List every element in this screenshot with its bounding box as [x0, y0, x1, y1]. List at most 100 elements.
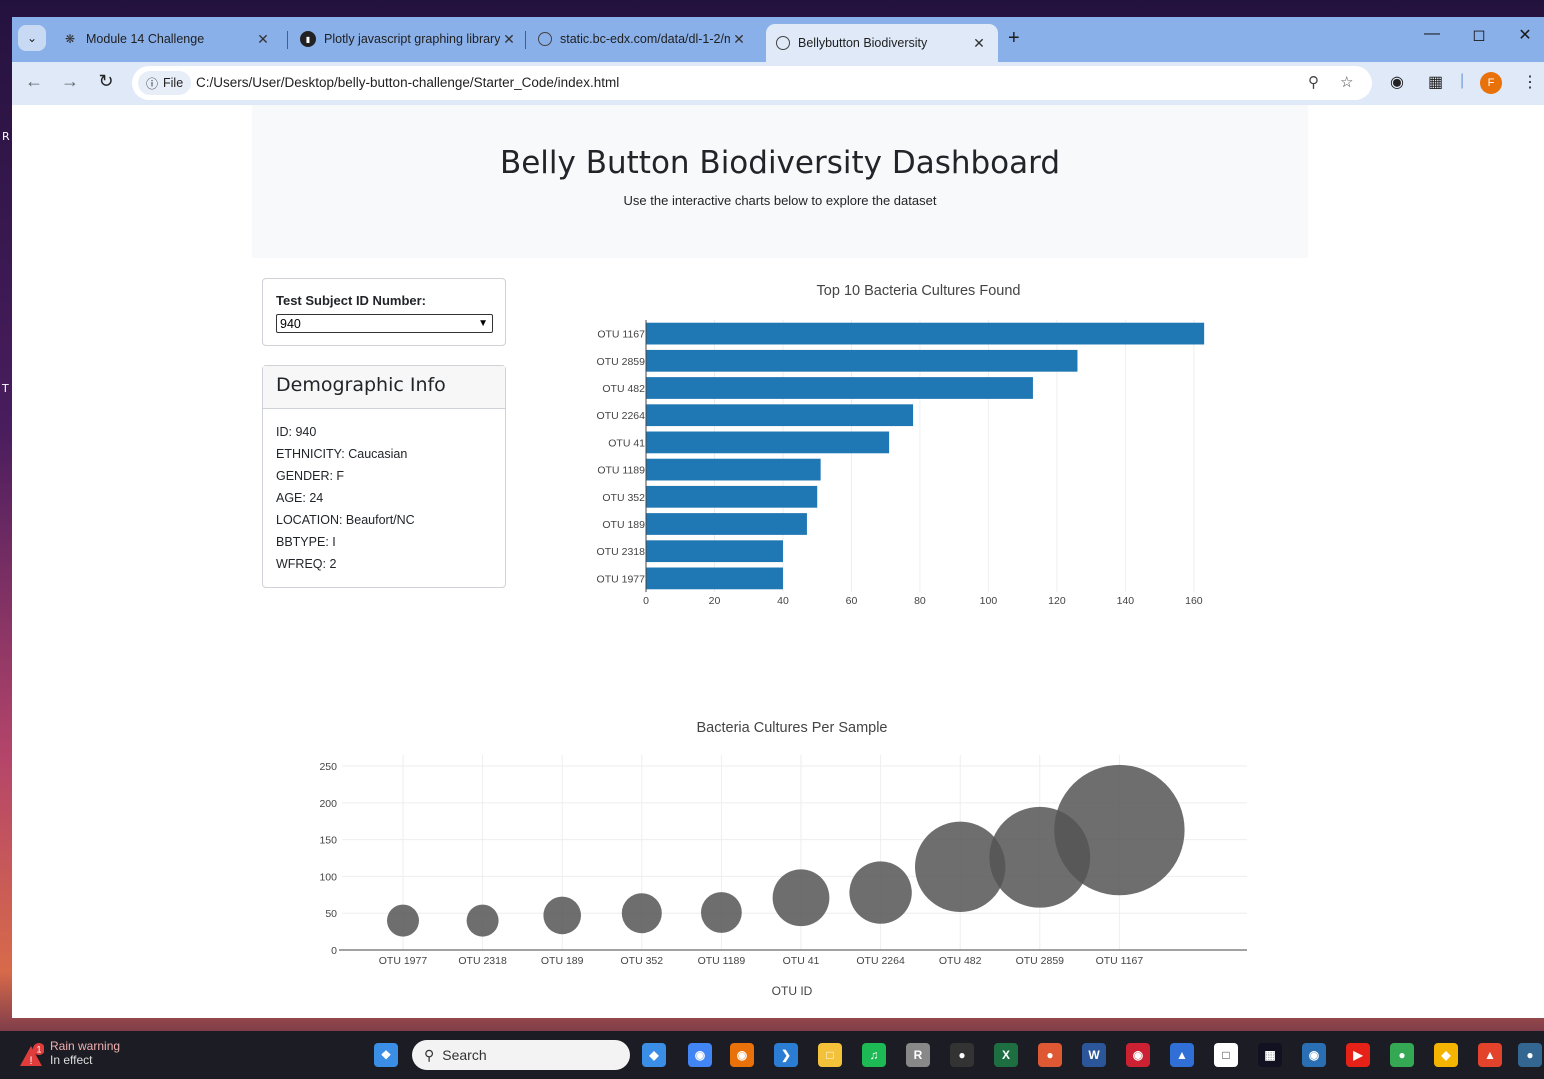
youtube-icon[interactable]: ▶: [1346, 1043, 1370, 1067]
chrome-icon[interactable]: ◉: [688, 1043, 712, 1067]
spotify-icon[interactable]: ♫: [862, 1043, 886, 1067]
tab-divider: [287, 31, 288, 49]
demographic-line: LOCATION: Beaufort/NC: [276, 513, 415, 527]
y-tick-label: 250: [319, 761, 337, 773]
tab-search-button[interactable]: ⌄: [18, 25, 46, 51]
demographic-body: ID: 940 ETHNICITY: Caucasian GENDER: F AGE:…: [263, 409, 505, 587]
taskbar-search[interactable]: ⚲ Search: [412, 1040, 630, 1070]
copilot-icon[interactable]: ◆: [642, 1043, 666, 1067]
app-icon[interactable]: ◉: [1302, 1043, 1326, 1067]
chrome-canary-icon[interactable]: ◉: [730, 1043, 754, 1067]
tab-title: Module 14 Challenge: [86, 32, 205, 46]
tab-title: Bellybutton Biodiversity: [798, 36, 928, 50]
tab-bellybutton[interactable]: Bellybutton Biodiversity ✕: [766, 24, 998, 62]
x-tick-label: OTU 1167: [1096, 955, 1144, 967]
maps-icon[interactable]: ●: [1390, 1043, 1414, 1067]
vscode-icon[interactable]: ❯: [774, 1043, 798, 1067]
subject-id-select[interactable]: 940 ▼: [276, 314, 493, 333]
bar: [646, 431, 890, 454]
extensions-icon[interactable]: ▦: [1428, 72, 1443, 92]
bar: [646, 404, 914, 427]
y-tick-label: 0: [331, 945, 337, 957]
close-icon[interactable]: ✕: [500, 31, 518, 48]
app-icon[interactable]: ◆: [1434, 1043, 1458, 1067]
taskbar: ! 1 Rain warning In effect ❖ ⚲ Search ◆ …: [0, 1031, 1544, 1079]
tab-static-data[interactable]: static.bc-edx.com/data/dl-1-2/m ✕: [528, 24, 758, 54]
subject-select-card: Test Subject ID Number: 940 ▼: [262, 278, 506, 346]
x-tick-label: 160: [1185, 595, 1203, 605]
globe-icon: [538, 32, 552, 46]
bookmark-star-icon[interactable]: ☆: [1340, 73, 1353, 91]
address-bar[interactable]: ⓘ File C:/Users/User/Desktop/belly-butto…: [132, 66, 1372, 100]
reload-icon[interactable]: ↻: [94, 71, 118, 92]
y-tick-label: OTU 1189: [597, 465, 645, 477]
tab-plotly[interactable]: ▮ Plotly javascript graphing library ✕: [290, 24, 528, 54]
document-icon[interactable]: □: [1214, 1043, 1238, 1067]
y-tick-label: 100: [319, 871, 337, 883]
weather-widget[interactable]: ! 1 Rain warning In effect: [18, 1039, 120, 1067]
desktop-label: R: [2, 130, 10, 143]
bubble: [543, 896, 581, 935]
x-tick-label: OTU 352: [620, 955, 663, 967]
header-jumbotron: Belly Button Biodiversity Dashboard Use …: [252, 105, 1308, 258]
gitlab-icon[interactable]: ▲: [1478, 1043, 1502, 1067]
svg-text:!: !: [29, 1055, 32, 1067]
github-icon[interactable]: ●: [950, 1043, 974, 1067]
tab-strip: ⌄ ❋ Module 14 Challenge ✕ ▮ Plotly javas…: [12, 17, 1544, 62]
x-tick-label: 0: [643, 595, 649, 605]
x-tick-label: OTU 1977: [379, 955, 428, 967]
file-explorer-icon[interactable]: □: [818, 1043, 842, 1067]
bar: [646, 377, 1033, 399]
demographic-line: ETHNICITY: Caucasian: [276, 447, 408, 461]
profile-avatar[interactable]: F: [1480, 72, 1502, 94]
tab-module-14[interactable]: ❋ Module 14 Challenge ✕: [52, 24, 282, 54]
tree-icon: ❋: [64, 32, 76, 46]
x-tick-label: OTU 2859: [1016, 955, 1065, 967]
site-info-chip[interactable]: ⓘ File: [138, 71, 192, 95]
x-tick-label: 60: [846, 595, 858, 605]
forward-icon[interactable]: →: [58, 71, 82, 92]
word-icon[interactable]: W: [1082, 1043, 1106, 1067]
duckduckgo-icon[interactable]: ●: [1038, 1043, 1062, 1067]
back-icon[interactable]: ←: [22, 71, 46, 92]
search-placeholder: Search: [442, 1047, 487, 1063]
x-tick-label: 40: [777, 595, 789, 605]
x-axis-label: OTU ID: [772, 984, 813, 995]
bar: [646, 540, 783, 563]
close-icon[interactable]: ✕: [730, 31, 748, 48]
close-icon[interactable]: ✕: [970, 35, 988, 52]
bubble: [701, 892, 742, 933]
close-icon[interactable]: ✕: [254, 31, 272, 48]
bar-chart: Top 10 Bacteria Cultures Found 0 20 40 60 80 1…: [597, 283, 1205, 605]
bar: [646, 485, 818, 508]
tab-title: Plotly javascript graphing library: [324, 32, 500, 46]
lens-icon[interactable]: ◉: [1390, 72, 1404, 92]
plotly-icon: ▮: [300, 31, 316, 47]
page-subtitle: Use the interactive charts below to expl…: [623, 193, 937, 208]
app-icon[interactable]: ◉: [1126, 1043, 1150, 1067]
toolbar-divider: |: [1460, 72, 1465, 89]
maximize-button[interactable]: ◻: [1459, 25, 1499, 45]
warning-icon: ! 1: [20, 1043, 44, 1067]
search-icon: ⚲: [424, 1046, 435, 1063]
new-tab-button[interactable]: +: [1008, 27, 1020, 50]
zoom-icon[interactable]: ⚲: [1308, 73, 1319, 91]
minimize-button[interactable]: —: [1412, 25, 1452, 43]
bubble: [387, 904, 419, 937]
excel-icon[interactable]: X: [994, 1043, 1018, 1067]
y-tick-label: OTU 1167: [597, 329, 645, 341]
close-window-button[interactable]: ✕: [1505, 25, 1544, 45]
postgres-icon[interactable]: ●: [1518, 1043, 1542, 1067]
site-chip-label: File: [163, 76, 184, 90]
menu-icon[interactable]: ⋮: [1522, 72, 1538, 92]
app-icon[interactable]: ▦: [1258, 1043, 1282, 1067]
app-icon[interactable]: ▲: [1170, 1043, 1194, 1067]
x-tick-label: 120: [1048, 595, 1066, 605]
r-studio-icon[interactable]: R: [906, 1043, 930, 1067]
y-tick-label: OTU 2859: [597, 356, 646, 368]
tab-title: static.bc-edx.com/data/dl-1-2/m: [560, 32, 730, 46]
bubble-chart: Bacteria Cultures Per Sample 0 50 100 150 200…: [319, 720, 1247, 995]
chevron-down-icon: ▼: [478, 318, 488, 329]
bar: [646, 567, 783, 590]
start-icon[interactable]: ❖: [374, 1043, 398, 1067]
